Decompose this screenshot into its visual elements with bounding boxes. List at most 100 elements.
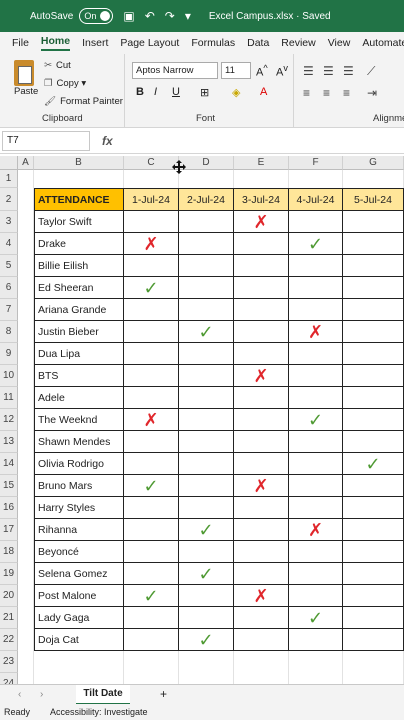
align-bottom-icon[interactable]: ☰ — [343, 64, 354, 78]
attendance-cell[interactable]: ✗ — [234, 211, 289, 233]
attendance-cell[interactable] — [124, 453, 179, 475]
attendance-cell[interactable]: ✓ — [179, 629, 234, 651]
attendance-cell[interactable] — [124, 387, 179, 409]
tab-file[interactable]: File — [12, 37, 29, 49]
row-header[interactable]: 21 — [0, 607, 18, 629]
insert-function-button[interactable]: fx — [102, 134, 113, 148]
row-header[interactable]: 22 — [0, 629, 18, 651]
row-header[interactable]: 9 — [0, 343, 18, 365]
bold-button[interactable]: B — [136, 86, 144, 98]
attendance-cell[interactable]: ✓ — [124, 277, 179, 299]
attendance-cell[interactable] — [289, 453, 343, 475]
attendance-cell[interactable]: ✗ — [234, 475, 289, 497]
name-cell[interactable]: Post Malone — [34, 585, 124, 607]
attendance-cell[interactable] — [289, 277, 343, 299]
attendance-cell[interactable]: ✗ — [234, 365, 289, 387]
row-header[interactable]: 3 — [0, 211, 18, 233]
name-cell[interactable]: Drake — [34, 233, 124, 255]
row-header[interactable]: 1 — [0, 170, 18, 188]
row-header[interactable]: 19 — [0, 563, 18, 585]
column-header-5[interactable]: F — [289, 156, 343, 170]
attendance-cell[interactable] — [179, 607, 234, 629]
name-cell[interactable]: The Weeknd — [34, 409, 124, 431]
font-color-icon[interactable]: A — [260, 86, 267, 98]
row-header[interactable]: 10 — [0, 365, 18, 387]
attendance-cell[interactable] — [343, 607, 404, 629]
attendance-cell[interactable] — [124, 497, 179, 519]
next-sheet-icon[interactable]: › — [40, 689, 43, 700]
attendance-cell[interactable]: ✓ — [179, 519, 234, 541]
attendance-cell[interactable]: ✓ — [179, 563, 234, 585]
tab-formulas[interactable]: Formulas — [191, 37, 235, 49]
attendance-cell[interactable] — [234, 563, 289, 585]
attendance-cell[interactable] — [179, 211, 234, 233]
attendance-cell[interactable]: ✓ — [289, 607, 343, 629]
attendance-cell[interactable] — [289, 563, 343, 585]
attendance-cell[interactable]: ✗ — [289, 321, 343, 343]
attendance-cell[interactable] — [289, 497, 343, 519]
name-cell[interactable]: Beyoncé — [34, 541, 124, 563]
attendance-cell[interactable] — [124, 431, 179, 453]
attendance-cell[interactable]: ✗ — [234, 585, 289, 607]
row-header[interactable]: 17 — [0, 519, 18, 541]
attendance-cell[interactable] — [289, 629, 343, 651]
attendance-cell[interactable] — [234, 343, 289, 365]
customize-quick-access-icon[interactable]: ▾ — [185, 9, 191, 23]
attendance-cell[interactable] — [234, 497, 289, 519]
attendance-cell[interactable] — [124, 629, 179, 651]
row-header[interactable]: 5 — [0, 255, 18, 277]
attendance-cell[interactable] — [179, 299, 234, 321]
attendance-cell[interactable] — [289, 475, 343, 497]
attendance-cell[interactable]: ✓ — [124, 475, 179, 497]
row-header[interactable]: 8 — [0, 321, 18, 343]
attendance-cell[interactable] — [343, 255, 404, 277]
attendance-cell[interactable]: ✓ — [289, 233, 343, 255]
attendance-cell[interactable] — [124, 343, 179, 365]
attendance-cell[interactable] — [289, 299, 343, 321]
attendance-cell[interactable] — [124, 541, 179, 563]
attendance-cell[interactable] — [179, 453, 234, 475]
row-header[interactable]: 7 — [0, 299, 18, 321]
attendance-cell[interactable] — [124, 211, 179, 233]
attendance-cell[interactable] — [234, 629, 289, 651]
attendance-cell[interactable] — [343, 541, 404, 563]
attendance-cell[interactable] — [343, 585, 404, 607]
attendance-header-cell[interactable]: ATTENDANCE — [34, 188, 124, 211]
attendance-cell[interactable] — [179, 387, 234, 409]
attendance-cell[interactable] — [179, 541, 234, 563]
attendance-cell[interactable] — [343, 233, 404, 255]
underline-button[interactable]: U — [172, 86, 180, 98]
orientation-icon[interactable]: ⟋ — [367, 64, 375, 79]
attendance-cell[interactable] — [124, 321, 179, 343]
date-header-cell[interactable]: 3-Jul-24 — [234, 188, 289, 211]
attendance-cell[interactable] — [179, 343, 234, 365]
cut-button[interactable]: ✂ Cut — [44, 60, 71, 71]
tab-data[interactable]: Data — [247, 37, 269, 49]
attendance-cell[interactable] — [179, 277, 234, 299]
name-box[interactable]: T7 — [2, 130, 90, 151]
autosave-toggle[interactable]: On — [79, 8, 114, 24]
name-cell[interactable]: Shawn Mendes — [34, 431, 124, 453]
attendance-cell[interactable] — [289, 343, 343, 365]
name-cell[interactable]: Ariana Grande — [34, 299, 124, 321]
attendance-cell[interactable] — [343, 365, 404, 387]
select-all-corner[interactable] — [0, 156, 18, 170]
row-header[interactable]: 6 — [0, 277, 18, 299]
font-size-select[interactable]: 11 — [221, 62, 251, 79]
attendance-cell[interactable] — [289, 211, 343, 233]
attendance-cell[interactable] — [179, 431, 234, 453]
tab-automate[interactable]: Automate — [362, 37, 404, 49]
attendance-cell[interactable] — [124, 299, 179, 321]
attendance-cell[interactable] — [343, 563, 404, 585]
attendance-cell[interactable] — [234, 453, 289, 475]
attendance-cell[interactable]: ✓ — [343, 453, 404, 475]
attendance-cell[interactable] — [234, 255, 289, 277]
attendance-cell[interactable] — [234, 299, 289, 321]
row-header[interactable]: 2 — [0, 188, 18, 211]
attendance-cell[interactable]: ✓ — [124, 585, 179, 607]
name-cell[interactable]: Justin Bieber — [34, 321, 124, 343]
row-header[interactable]: 16 — [0, 497, 18, 519]
attendance-cell[interactable] — [234, 541, 289, 563]
attendance-cell[interactable] — [234, 387, 289, 409]
font-name-select[interactable]: Aptos Narrow — [132, 62, 218, 79]
